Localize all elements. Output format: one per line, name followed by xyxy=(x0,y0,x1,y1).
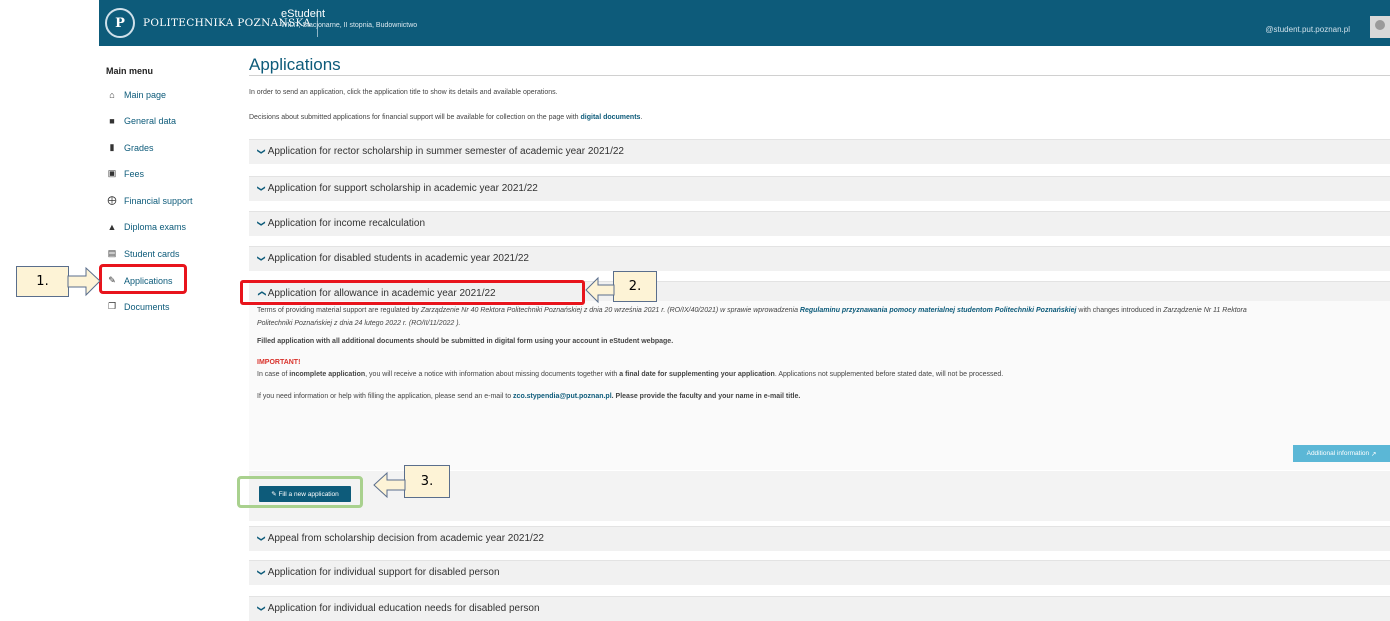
user-email[interactable]: @student.put.poznan.pl xyxy=(1265,25,1350,34)
sidebar-item-label: Documents xyxy=(124,301,170,312)
chevron-down-icon: ❯ xyxy=(256,255,266,262)
sidebar-item-label: Financial support xyxy=(124,195,193,206)
app-subtitle: WILiT, Stacjonarne, II stopnia, Budownic… xyxy=(281,22,418,29)
panel-disabled-students[interactable]: ❯ Application for disabled students in ac… xyxy=(249,246,1390,271)
sidebar-item-label: Fees xyxy=(124,168,145,179)
main-content: Applications In order to send an applica… xyxy=(230,46,1390,621)
sidebar-item-student-cards[interactable]: ▤ Student cards xyxy=(105,248,180,259)
annotation-step-1: 1. xyxy=(16,266,69,297)
sidebar-item-label: Main page xyxy=(124,90,167,100)
panel-title: Application for support scholarship in a… xyxy=(267,183,538,194)
panel-title: Application for income recalculation xyxy=(267,218,426,229)
sidebar-item-documents[interactable]: ❐ Documents xyxy=(105,301,170,312)
book-icon: ▮ xyxy=(109,142,115,152)
chevron-down-icon: ❯ xyxy=(256,569,266,576)
terms-regulation-2: Zarządzenie Nr 11 Rektora xyxy=(1163,307,1247,314)
folder-icon: ■ xyxy=(109,116,115,126)
contact-end: . Please provide the faculty and your na… xyxy=(611,393,801,400)
allowance-panel-body: Terms of providing material support are … xyxy=(249,301,1390,470)
chevron-down-icon: ❯ xyxy=(256,535,266,542)
university-crest-icon: P xyxy=(105,8,135,38)
app-name: eStudent xyxy=(281,8,326,20)
sidebar-item-general-data[interactable]: ■ General data xyxy=(105,116,176,126)
incomplete-bold: incomplete application xyxy=(289,371,366,378)
user-avatar-icon[interactable] xyxy=(1370,16,1390,38)
panel-rector-scholarship[interactable]: ❯ Application for rector scholarship in s… xyxy=(249,139,1390,164)
panel-individual-support[interactable]: ❯ Application for individual support for … xyxy=(249,560,1390,585)
panel-income-recalculation[interactable]: ❯ Application for income recalculation xyxy=(249,211,1390,236)
external-link-icon: ↗ xyxy=(1370,450,1377,458)
terms-regulation-3: Politechniki Poznańskiej z dnia 24 luteg… xyxy=(257,320,461,327)
sidebar-item-diploma-exams[interactable]: ▲ Diploma exams xyxy=(105,222,187,232)
sidebar-item-fees[interactable]: ▣ Fees xyxy=(105,168,144,179)
annotation-highlight-allowance xyxy=(240,280,585,305)
contact-text: If you need information or help with fil… xyxy=(257,393,514,400)
home-icon: ⌂ xyxy=(109,90,115,100)
digital-documents-link[interactable]: digital documents xyxy=(581,114,641,121)
intro-text: In order to send an application, click t… xyxy=(249,89,558,96)
incomplete-note: In case of incomplete application, you w… xyxy=(257,371,1003,378)
additional-information-label: Additional information xyxy=(1306,450,1370,457)
sidebar: Main menu ⌂ Main page ■ General data ▮ Grad… xyxy=(99,46,230,613)
sidebar-item-grades[interactable]: ▮ Grades xyxy=(105,142,154,153)
panel-support-scholarship[interactable]: ❯ Application for support scholarship in … xyxy=(249,176,1390,201)
page-title: Applications xyxy=(249,55,341,74)
incomplete-text: In case of xyxy=(257,371,290,378)
chevron-down-icon: ❯ xyxy=(256,185,266,192)
sidebar-item-label: Grades xyxy=(124,142,154,153)
incomplete-end: . Applications not supplemented before s… xyxy=(774,371,1004,378)
documents-icon: ❐ xyxy=(107,301,117,311)
app-title-block: eStudent WILiT, Stacjonarne, II stopnia,… xyxy=(281,8,417,29)
annotation-arrow-right-icon xyxy=(67,266,101,297)
top-header: P POLITECHNIKA POZNAŃSKA eStudent WILiT,… xyxy=(99,0,1390,46)
sidebar-item-label: Diploma exams xyxy=(124,222,187,232)
annotation-arrow-left-icon xyxy=(373,471,406,499)
chevron-down-icon: ❯ xyxy=(256,605,266,612)
panel-title: Application for individual support for d… xyxy=(267,567,500,578)
terms-line-1: Terms of providing material support are … xyxy=(257,307,1247,314)
chevron-down-icon: ❯ xyxy=(256,220,266,227)
sidebar-item-label: General data xyxy=(124,116,177,126)
incomplete-bold-2: a final date for supplementing your appl… xyxy=(619,371,775,378)
terms-line-2: Politechniki Poznańskiej z dnia 24 luteg… xyxy=(257,320,461,327)
incomplete-mid: , you will receive a notice with informa… xyxy=(365,371,620,378)
filled-note: Filled application with all additional d… xyxy=(257,338,674,345)
panel-individual-education[interactable]: ❯ Application for individual education ne… xyxy=(249,596,1390,621)
panel-title: Application for rector scholarship in su… xyxy=(267,146,624,157)
panel-title: Application for disabled students in aca… xyxy=(267,253,529,264)
intro-decisions: Decisions about submitted applications f… xyxy=(249,114,642,121)
sidebar-item-financial-support[interactable]: ⨁ Financial support xyxy=(105,195,193,206)
graduation-cap-icon: ▲ xyxy=(107,222,117,232)
title-divider xyxy=(249,75,1390,76)
contact-note: If you need information or help with fil… xyxy=(257,393,800,400)
card-icon: ▤ xyxy=(107,248,117,258)
important-label: IMPORTANT! xyxy=(257,359,301,366)
panel-title: Appeal from scholarship decision from ac… xyxy=(267,533,544,544)
additional-information-button[interactable]: Additional information ↗ xyxy=(1293,445,1390,462)
annotation-highlight-fill-button xyxy=(237,476,363,508)
intro-decisions-text: Decisions about submitted applications f… xyxy=(249,114,581,121)
sidebar-item-main-page[interactable]: ⌂ Main page xyxy=(105,90,166,100)
panel-title: Application for individual education nee… xyxy=(267,603,540,614)
panel-appeal[interactable]: ❯ Appeal from scholarship decision from a… xyxy=(249,526,1390,551)
menu-title: Main menu xyxy=(106,66,154,76)
terms-text: Terms of providing material support are … xyxy=(257,307,421,314)
annotation-highlight-applications xyxy=(99,264,187,294)
terms-regulation: Zarządzenie Nr 40 Rektora Politechniki P… xyxy=(420,307,800,314)
annotation-step-2: 2. xyxy=(613,271,657,302)
annotation-arrow-left-icon xyxy=(585,276,615,304)
annotation-step-3: 3. xyxy=(404,465,450,498)
terms-mid: with changes introduced in xyxy=(1076,307,1164,314)
money-icon: ▣ xyxy=(107,168,117,178)
chevron-down-icon: ❯ xyxy=(256,148,266,155)
lifebuoy-icon: ⨁ xyxy=(107,195,117,205)
contact-email-link[interactable]: zco.stypendia@put.poznan.pl xyxy=(513,393,612,400)
sidebar-item-label: Student cards xyxy=(124,248,180,259)
regulation-link[interactable]: Regulaminu przyznawania pomocy materialn… xyxy=(800,307,1077,314)
intro-decisions-end: . xyxy=(640,114,643,121)
